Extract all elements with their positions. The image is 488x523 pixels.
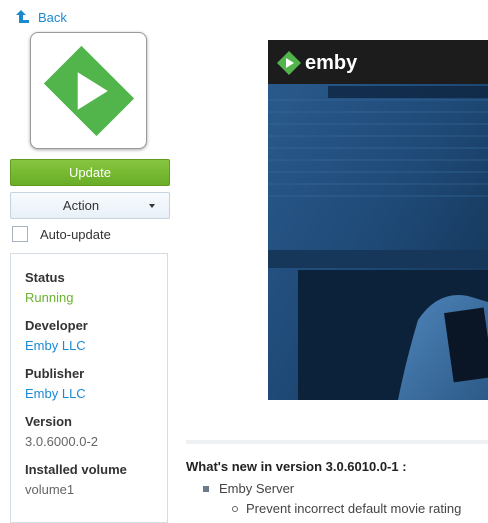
caret-down-icon <box>149 204 155 208</box>
info-publisher: Publisher Emby LLC <box>25 365 86 402</box>
info-key: Status <box>25 270 65 285</box>
app-icon <box>30 32 147 149</box>
info-developer: Developer Emby LLC <box>25 317 88 354</box>
info-installed-volume: Installed volume volume1 <box>25 461 127 498</box>
info-key: Publisher <box>25 366 85 381</box>
back-label: Back <box>38 9 67 25</box>
action-dropdown-button[interactable]: Action <box>10 192 170 219</box>
emby-logo-icon <box>43 45 134 136</box>
publisher-link[interactable]: Emby LLC <box>25 385 86 402</box>
back-arrow-icon <box>16 10 29 23</box>
circle-bullet-icon <box>232 505 238 512</box>
status-value: Running <box>25 290 74 305</box>
update-button[interactable]: Update <box>10 159 170 186</box>
auto-update-checkbox[interactable] <box>12 226 28 242</box>
info-key: Developer <box>25 318 88 333</box>
auto-update-label: Auto-update <box>40 226 111 242</box>
square-bullet-icon <box>203 485 209 492</box>
info-status: Status Running <box>25 269 73 306</box>
section-divider <box>186 440 488 444</box>
volume-value: volume1 <box>25 482 75 497</box>
list-item: Emby Server <box>203 481 294 496</box>
app-screenshot[interactable]: emby <box>268 40 488 400</box>
info-key: Version <box>25 414 72 429</box>
screenshot-image: emby <box>268 40 488 400</box>
emby-brand-text: emby <box>305 52 358 74</box>
auto-update-row: Auto-update <box>12 225 111 243</box>
info-panel: Status Running Developer Emby LLC Publis… <box>10 253 168 523</box>
back-link[interactable]: Back <box>14 8 67 26</box>
info-version: Version 3.0.6000.0-2 <box>25 413 98 450</box>
version-value: 3.0.6000.0-2 <box>25 434 99 449</box>
release-notes-heading: What's new in version 3.0.6010.0-1 : <box>186 459 407 474</box>
action-label: Action <box>62 198 100 213</box>
developer-link[interactable]: Emby LLC <box>25 337 88 354</box>
list-subitem: Prevent incorrect default movie rating <box>232 501 461 516</box>
info-key: Installed volume <box>25 462 127 477</box>
list-item-label: Emby Server <box>219 481 295 496</box>
list-subitem-label: Prevent incorrect default movie rating <box>246 501 462 516</box>
